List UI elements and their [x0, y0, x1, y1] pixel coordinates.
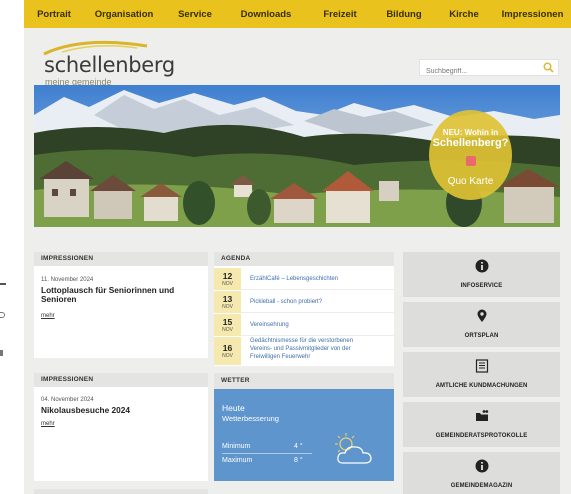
quicklink-ortsplan[interactable]: ORTSPLAN: [403, 302, 560, 347]
news-title-line2[interactable]: Senioren: [41, 294, 77, 304]
top-navigation: Portrait Organisation Service Downloads …: [24, 0, 571, 28]
promo-quo-karte[interactable]: NEU: Wohin in Schellenberg? Quo Karte: [429, 110, 512, 200]
agenda-date: 16 NOV: [214, 337, 241, 365]
folder-people-icon: [476, 410, 489, 421]
more-link[interactable]: mehr: [41, 421, 55, 427]
quicklink-label: ORTSPLAN: [464, 333, 499, 339]
search-input[interactable]: [420, 64, 530, 79]
sun-cloud-icon: [335, 433, 372, 464]
agenda-text-line1[interactable]: Gedächtnismesse für die verstorbenen: [250, 338, 390, 346]
nav-item-service[interactable]: Service: [164, 9, 226, 20]
promo-line2: Schellenberg?: [432, 137, 509, 149]
info-icon: [475, 459, 489, 473]
quicklink-label: GEMEINDEMAGAZIN: [450, 483, 513, 489]
agenda-date: 13 NOV: [214, 291, 241, 313]
notice-icon: [475, 359, 489, 373]
agenda-day: 16: [222, 343, 233, 353]
weather-divider: [222, 453, 312, 454]
impressionen-card-2: IMPRESSIONEN 04. November 2024 Nikolausb…: [34, 373, 208, 481]
nav-item-portrait[interactable]: Portrait: [24, 9, 84, 20]
info-icon: [475, 259, 489, 273]
quicklink-gemeinderatsprotokolle[interactable]: GEMEINDERATSPROTOKOLLE: [403, 402, 560, 447]
agenda-month: NOV: [222, 353, 233, 359]
agenda-day: 13: [222, 294, 233, 304]
map-icon: [466, 156, 476, 166]
weather-day: Heute: [222, 403, 245, 413]
weather-condition: Wetterbesserung: [222, 414, 279, 423]
agenda-month: NOV: [222, 327, 233, 333]
nav-item-freizeit[interactable]: Freizeit: [306, 9, 374, 20]
impressionen-card-1: IMPRESSIONEN 11. November 2024 Lottoplau…: [34, 252, 208, 358]
quicklink-label: INFOSERVICE: [460, 283, 503, 289]
quicklink-kundmachungen[interactable]: AMTLICHE KUNDMACHUNGEN: [403, 352, 560, 397]
quicklink-label: AMTLICHE KUNDMACHUNGEN: [435, 383, 528, 389]
agenda-date: 15 NOV: [214, 314, 241, 336]
weather-max-value: 8 °: [294, 457, 303, 464]
agenda-text[interactable]: ErzählCafé – Lebensgeschichten: [250, 276, 390, 284]
agenda-item[interactable]: 15 NOV Vereinsehrung: [214, 314, 394, 336]
weather-min-value: 4 °: [294, 443, 303, 450]
quicklink-label: GEMEINDERATSPROTOKOLLE: [435, 433, 528, 439]
card-stub: [34, 489, 208, 494]
agenda-text[interactable]: Vereinsehrung: [250, 322, 390, 330]
weather-min-label: Minimum: [222, 443, 251, 450]
news-date: 11. November 2024: [41, 277, 94, 283]
agenda-card: AGENDA 12 NOV ErzählCafé – Lebensgeschic…: [214, 252, 394, 366]
nav-item-bildung[interactable]: Bildung: [374, 9, 434, 20]
nav-item-organisation[interactable]: Organisation: [84, 9, 164, 20]
nav-item-downloads[interactable]: Downloads: [226, 9, 306, 20]
agenda-day: 12: [222, 271, 233, 281]
card-header: IMPRESSIONEN: [34, 252, 208, 266]
left-edge-fragment: [0, 350, 3, 356]
news-title[interactable]: Nikolausbesuche 2024: [41, 405, 130, 415]
agenda-day: 15: [222, 317, 233, 327]
agenda-item[interactable]: 12 NOV ErzählCafé – Lebensgeschichten: [214, 268, 394, 290]
agenda-text-line3[interactable]: Freiwilligen Feuerwehr: [250, 354, 390, 362]
nav-item-kirche[interactable]: Kirche: [434, 9, 494, 20]
left-edge-fragment: [0, 283, 6, 285]
search-box: [419, 59, 559, 79]
card-header: AGENDA: [214, 252, 394, 266]
quicklink-infoservice[interactable]: INFOSERVICE: [403, 252, 560, 297]
promo-line1: NEU: Wohin in: [442, 128, 499, 137]
quicklink-gemeindemagazin[interactable]: GEMEINDEMAGAZIN: [403, 452, 560, 494]
nav-item-impressionen[interactable]: Impressionen: [494, 9, 571, 20]
agenda-month: NOV: [222, 281, 233, 287]
agenda-date: 12 NOV: [214, 268, 241, 290]
weather-panel: Heute Wetterbesserung Minimum 4 ° Maximu…: [214, 389, 394, 481]
agenda-item[interactable]: 13 NOV Pickleball - schon probiert?: [214, 291, 394, 313]
logo-name: schellenberg: [44, 53, 175, 77]
weather-header-card: WETTER: [214, 373, 394, 389]
search-icon[interactable]: [543, 62, 554, 73]
promo-line3: Quo Karte: [447, 176, 494, 187]
left-edge-fragment: [0, 312, 5, 318]
card-header: WETTER: [214, 373, 394, 389]
page: Portrait Organisation Service Downloads …: [24, 0, 571, 494]
agenda-text-line2[interactable]: Vereins- und Passivmitglieder von der: [250, 346, 390, 354]
site-logo[interactable]: schellenberg meine gemeinde: [42, 38, 202, 87]
agenda-item[interactable]: 16 NOV Gedächtnismesse für die verstorbe…: [214, 337, 394, 365]
agenda-month: NOV: [222, 304, 233, 310]
map-pin-icon: [477, 309, 487, 322]
card-header: IMPRESSIONEN: [34, 373, 208, 387]
news-date: 04. November 2024: [41, 397, 94, 403]
agenda-text[interactable]: Pickleball - schon probiert?: [250, 299, 390, 307]
more-link[interactable]: mehr: [41, 313, 55, 319]
weather-max-label: Maximum: [222, 457, 253, 464]
